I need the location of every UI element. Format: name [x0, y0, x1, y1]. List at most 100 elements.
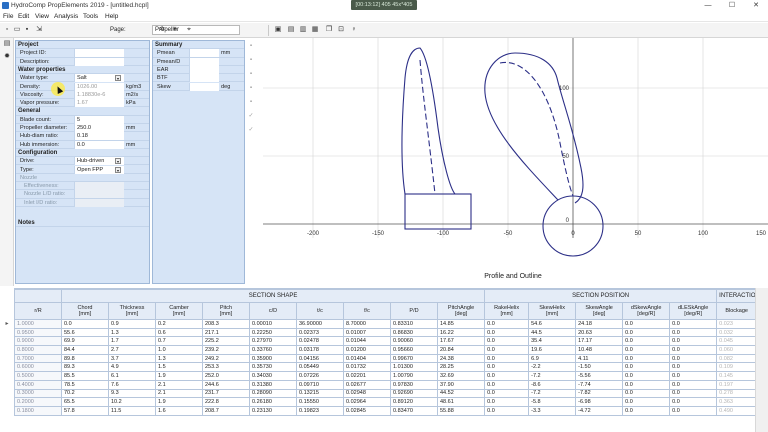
table-cell[interactable]: 10.2	[108, 397, 156, 407]
density-input[interactable]: 1026.00	[74, 82, 124, 91]
chart-view-icon[interactable]: ▣	[274, 26, 282, 34]
table-cell[interactable]: 0.0	[669, 388, 718, 399]
table-cell[interactable]: 4.11	[575, 353, 624, 364]
section-notes[interactable]: Notes	[16, 219, 149, 228]
table-cell[interactable]: 0.0	[622, 353, 671, 364]
table-row[interactable]: 0.8000 84.4 2.7 1.0 239.2 0.33760 0.03178 0.012…	[14, 345, 758, 355]
table-cell[interactable]: -5.8	[528, 397, 577, 407]
table-cell[interactable]: 0.0	[669, 336, 718, 347]
table-cell[interactable]: -7.2	[528, 371, 577, 381]
table-cell[interactable]: 0.0	[622, 388, 671, 399]
table-cell[interactable]: 1.6	[155, 405, 203, 416]
table-cell[interactable]: 0.86830	[390, 327, 438, 338]
propeller-diameter-input[interactable]: 250.0	[74, 124, 124, 132]
column-header[interactable]: RakeHelix [mm]	[484, 302, 530, 320]
table-row[interactable]: 0.5000 85.5 6.1 1.9 252.0 0.34030 0.07226 0.022…	[14, 371, 758, 381]
table-cell[interactable]: 6.9	[528, 353, 577, 364]
table-cell[interactable]: 85.5	[61, 371, 109, 381]
table-cell[interactable]: 24.18	[575, 319, 624, 329]
table-cell[interactable]: 0.0	[484, 336, 530, 347]
table-cell[interactable]: 0.0	[484, 388, 530, 399]
table-cell[interactable]: 0.23130	[249, 405, 297, 416]
table-cell[interactable]: 0.15550	[296, 397, 344, 407]
menu-file[interactable]: File	[3, 13, 13, 20]
table-cell[interactable]: -7.2	[528, 388, 577, 399]
table-cell[interactable]: 0.0	[669, 327, 718, 338]
table-cell[interactable]: 89.3	[61, 362, 109, 373]
table-cell[interactable]: 217.1	[202, 327, 250, 338]
table-cell[interactable]: 0.34030	[249, 371, 297, 381]
table-cell[interactable]: 0.0	[669, 397, 718, 407]
table-cell[interactable]: 8.70000	[343, 319, 391, 329]
table-cell[interactable]: 7.6	[108, 379, 156, 390]
table-cell[interactable]: 0.0	[622, 327, 671, 338]
table-cell[interactable]: 0.0	[622, 345, 671, 355]
side-tool-icon[interactable]: ▪	[247, 42, 255, 50]
table-cell[interactable]: -4.72	[575, 405, 624, 416]
column-header[interactable]: f/c	[343, 302, 391, 320]
table-cell[interactable]: 2.1	[155, 379, 203, 390]
profile-outline-view[interactable]: -200 -150 -100 -50 0 50 100 150 100 50 0	[263, 38, 768, 286]
menu-tools[interactable]: Tools	[83, 13, 98, 20]
table-cell[interactable]: 24.38	[436, 353, 486, 364]
minimize-button[interactable]: —	[696, 0, 720, 11]
table-cell[interactable]: 0.0	[669, 345, 718, 355]
section-configuration[interactable]: Configuration	[16, 148, 149, 158]
row-radius-cell[interactable]: 0.6000	[14, 362, 62, 373]
table-cell[interactable]: 0.35900	[249, 353, 297, 364]
column-header[interactable]: Pitch [mm]	[202, 302, 250, 320]
column-header[interactable]: t/c	[296, 302, 344, 320]
table-cell[interactable]: 19.6	[528, 345, 577, 355]
table-cell[interactable]: 0.01732	[343, 362, 391, 373]
table-cell[interactable]: 20.84	[436, 345, 486, 355]
section-general[interactable]: General	[16, 107, 149, 116]
table-cell[interactable]: 231.7	[202, 388, 250, 399]
table-cell[interactable]: 0.0	[669, 353, 718, 364]
table-cell[interactable]: 78.5	[61, 379, 109, 390]
table-cell[interactable]: 0.490	[716, 405, 758, 416]
table-cell[interactable]: 1.0	[155, 345, 203, 355]
table-cell[interactable]: 32.69	[436, 371, 486, 381]
table-cell[interactable]: 0.02964	[343, 397, 391, 407]
table-cell[interactable]: 1.01300	[390, 362, 438, 373]
table-cell[interactable]: 16.22	[436, 327, 486, 338]
table-cell[interactable]: 0.0	[484, 362, 530, 373]
wand-icon[interactable]: ✲	[158, 26, 166, 34]
table-cell[interactable]: -2.2	[528, 362, 577, 373]
table-cell[interactable]: 0.0	[484, 379, 530, 390]
description-input[interactable]	[74, 57, 124, 66]
close-button[interactable]: ✕	[744, 0, 768, 11]
table-cell[interactable]: 0.99670	[390, 353, 438, 364]
table-cell[interactable]: 0.0	[669, 319, 718, 329]
table-cell[interactable]: 0.05449	[296, 362, 344, 373]
table-cell[interactable]: 0.13215	[296, 388, 344, 399]
table-cell[interactable]: 14.85	[436, 319, 486, 329]
table-cell[interactable]: 0.89120	[390, 397, 438, 407]
project-id-input[interactable]	[74, 49, 124, 58]
column-header[interactable]: dSkewAngle [deg/R]	[622, 302, 671, 320]
table-cell[interactable]: 44.5	[528, 327, 577, 338]
row-radius-cell[interactable]: 0.1800	[14, 405, 62, 416]
table-cell[interactable]: 0.0	[484, 353, 530, 364]
table-cell[interactable]: 6.1	[108, 371, 156, 381]
table-view-icon[interactable]: ▤	[287, 26, 295, 34]
table-cell[interactable]: 0.023	[716, 319, 758, 329]
table-cell[interactable]: 0.02201	[343, 371, 391, 381]
table-cell[interactable]: 0.0	[669, 379, 718, 390]
side-tool-icon[interactable]: ▪	[247, 56, 255, 64]
table-cell[interactable]: 0.0	[622, 362, 671, 373]
table-cell[interactable]: 0.0	[622, 336, 671, 347]
table-cell[interactable]: 239.2	[202, 345, 250, 355]
row-radius-cell[interactable]: 1.0000	[14, 319, 62, 329]
column-header[interactable]: Thickness [mm]	[108, 302, 156, 320]
row-radius-cell[interactable]: 0.8000	[14, 345, 62, 355]
table-cell[interactable]: 17.17	[575, 336, 624, 347]
table-cell[interactable]: 0.7	[155, 336, 203, 347]
table-cell[interactable]: 0.83310	[390, 319, 438, 329]
bulb-icon[interactable]: ♀	[350, 26, 358, 34]
table-cell[interactable]: 1.5	[155, 362, 203, 373]
copy-icon[interactable]: ❐	[325, 26, 333, 34]
pages-icon[interactable]: ▤	[3, 40, 11, 48]
table-cell[interactable]: 0.22250	[249, 327, 297, 338]
blade-count-input[interactable]: 5	[74, 115, 124, 124]
